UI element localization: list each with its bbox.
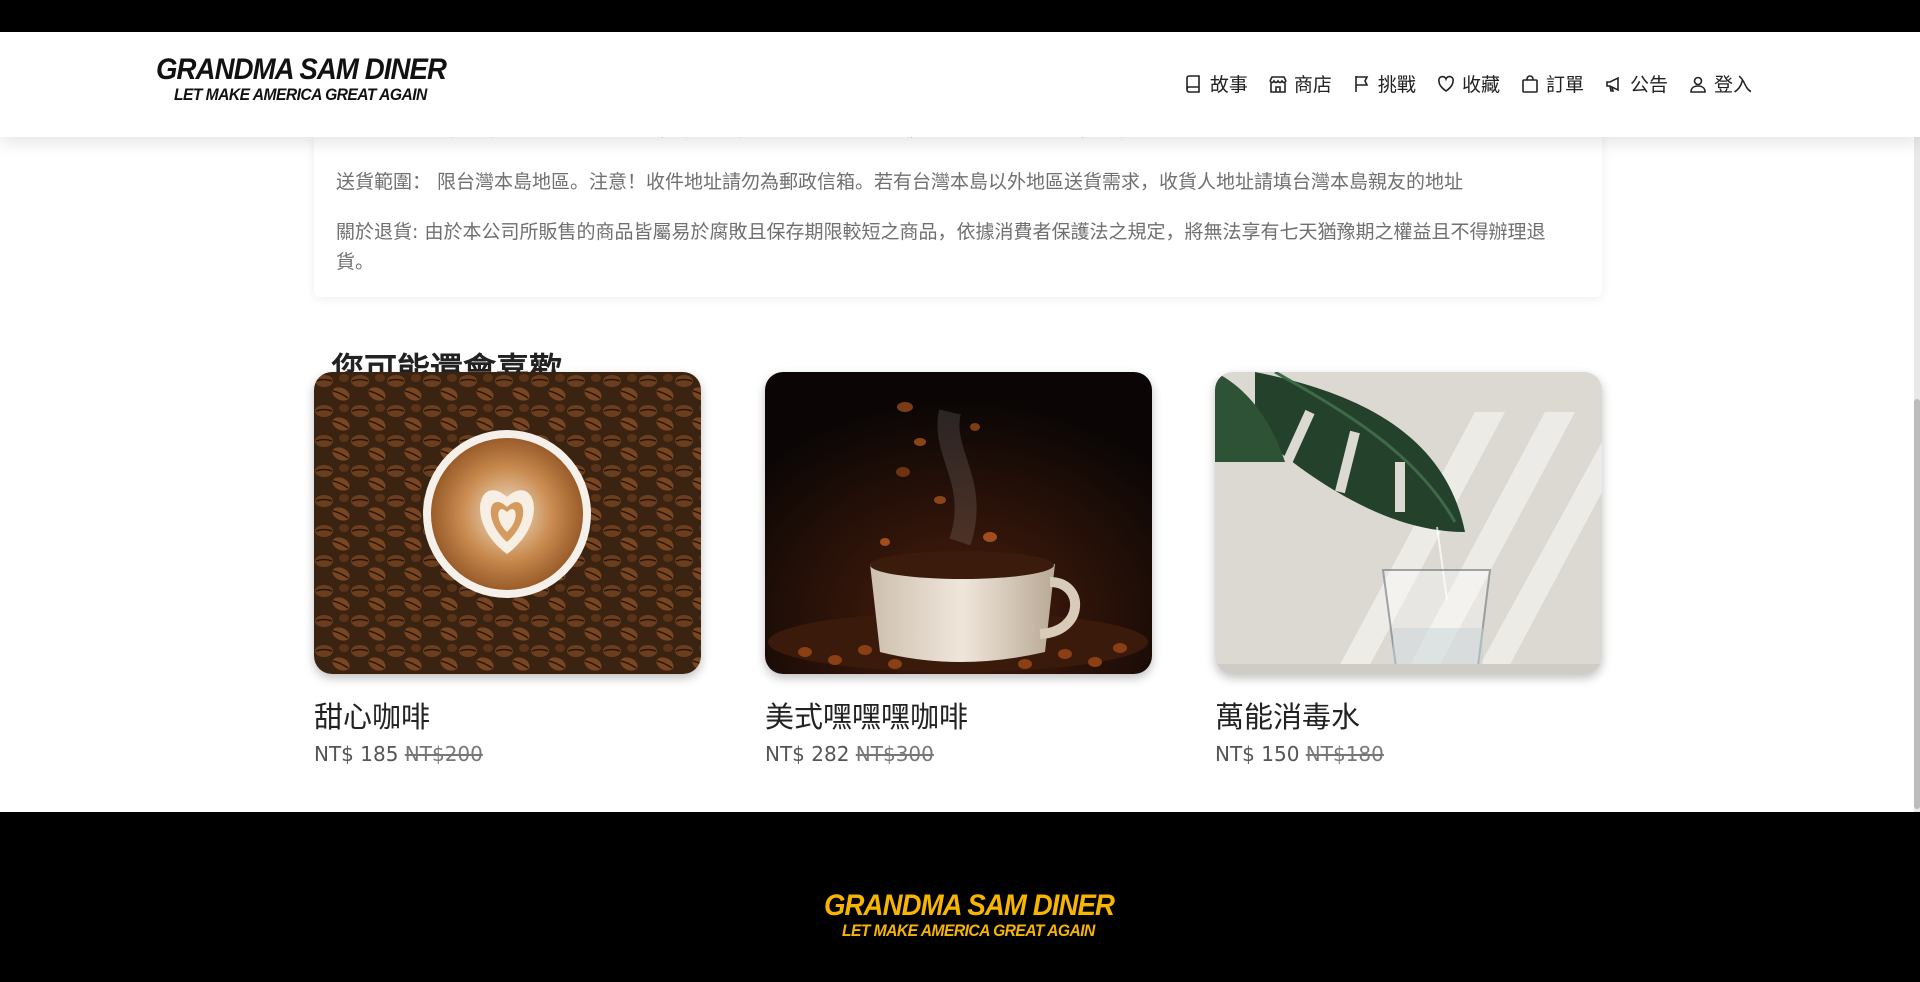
product-image[interactable] [765,372,1152,674]
original-price: NT$180 [1305,742,1384,766]
nav-item-challenge[interactable]: 挑戰 [1352,70,1416,97]
original-price: NT$300 [855,742,934,766]
product-price: NT$ 150 NT$180 [1215,742,1602,766]
nav-label-shop: 商店 [1293,74,1332,96]
nav-item-shop[interactable]: 商店 [1268,70,1332,97]
nav-label-favorites: 收藏 [1461,74,1500,96]
product-price: NT$ 282 NT$300 [765,742,1152,766]
product-card[interactable]: 萬能消毒水 NT$ 150 NT$180 [1215,372,1602,766]
footer-logo-title: GRANDMA SAM DINER [824,889,1115,922]
logo-tagline: LET MAKE AMERICA GREAT AGAIN [174,85,427,104]
nav-label-login: 登入 [1713,74,1752,96]
site-header: GRANDMA SAM DINER LET MAKE AMERICA GREAT… [0,32,1920,137]
nav-item-story[interactable]: 故事 [1184,70,1248,97]
nav-label-orders: 訂單 [1545,74,1584,96]
nav-label-announcements: 公告 [1629,74,1668,96]
product-name[interactable]: 美式嘿嘿嘿咖啡 [765,694,1152,736]
nav-item-favorites[interactable]: 收藏 [1436,70,1500,97]
store-icon [1269,75,1287,93]
bag-icon [1522,74,1538,93]
current-price: NT$ 282 [765,742,850,766]
product-card[interactable]: 甜心咖啡 NT$ 185 NT$200 [314,372,701,766]
logo-title: GRANDMA SAM DINER [156,53,447,86]
nav-label-challenge: 挑戰 [1377,74,1416,96]
nav-item-login[interactable]: 登入 [1688,70,1752,97]
product-name[interactable]: 萬能消毒水 [1215,694,1602,736]
info-returns: 關於退貨: 由於本公司所販售的商品皆屬易於腐敗且保存期限較短之商品，依據消費者保… [336,221,1546,273]
user-icon [1690,76,1706,93]
product-name[interactable]: 甜心咖啡 [314,694,701,736]
scrollbar-thumb[interactable] [1914,399,1920,809]
product-price: NT$ 185 NT$200 [314,742,701,766]
current-price: NT$ 150 [1215,742,1300,766]
original-price: NT$200 [404,742,483,766]
site-logo[interactable]: GRANDMA SAM DINER LET MAKE AMERICA GREAT… [156,54,471,104]
page-scrollbar[interactable] [1914,137,1920,812]
heart-icon [1437,75,1454,92]
main-nav: 故事 商店 挑戰 收藏 訂單 公告 登入 [1184,70,1752,97]
product-image[interactable] [1215,372,1602,674]
megaphone-icon [1606,76,1619,92]
product-card[interactable]: 美式嘿嘿嘿咖啡 NT$ 282 NT$300 [765,372,1152,766]
site-footer: GRANDMA SAM DINER LET MAKE AMERICA GREAT… [0,812,1920,982]
top-black-bar [0,0,1920,32]
nav-label-story: 故事 [1209,74,1248,96]
info-shipping: 送貨範圍： 限台灣本島地區。注意！收件地址請勿為郵政信箱。若有台灣本島以外地區送… [336,171,1464,193]
footer-logo-tagline: LET MAKE AMERICA GREAT AGAIN [842,921,1095,940]
nav-item-orders[interactable]: 訂單 [1520,70,1584,97]
nav-item-announcements[interactable]: 公告 [1604,70,1668,97]
footer-logo[interactable]: GRANDMA SAM DINER LET MAKE AMERICA GREAT… [824,890,1139,940]
flag-icon [1355,75,1369,92]
book-icon [1186,74,1200,93]
product-image[interactable] [314,372,701,674]
current-price: NT$ 185 [314,742,399,766]
